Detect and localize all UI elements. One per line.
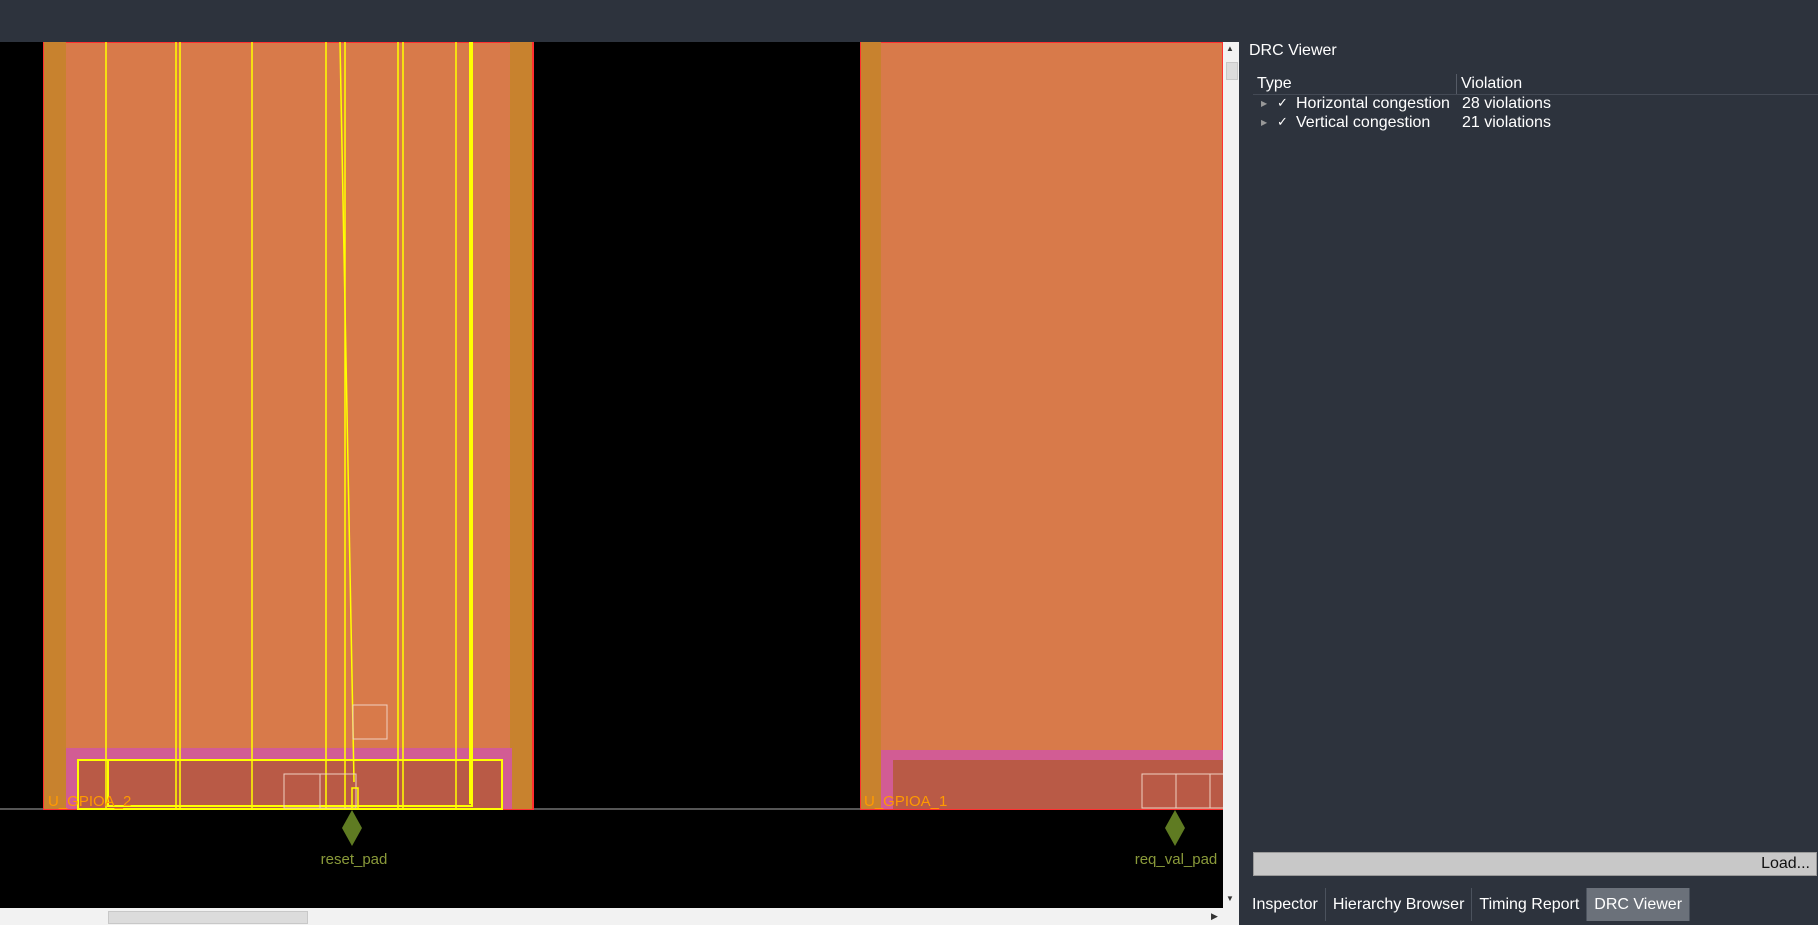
vertical-scrollbar[interactable]: ▲ ▼	[1223, 42, 1239, 908]
drc-viewer-title: DRC Viewer	[1249, 42, 1337, 59]
column-header-type[interactable]: Type	[1257, 75, 1292, 93]
tab-inspector[interactable]: Inspector	[1245, 888, 1326, 921]
drc-row-vertical-congestion[interactable]: ▶ ✓ Vertical congestion 21 violations	[1253, 114, 1818, 133]
load-button-label: Load...	[1761, 855, 1810, 872]
macro-left-edge-l	[44, 42, 66, 809]
macro-left[interactable]: U_GPIOA_2	[43, 42, 534, 810]
macro-right-edge-l	[861, 42, 881, 809]
load-button[interactable]: Load...	[1253, 852, 1817, 876]
instance-label-right: U_GPIOA_1	[864, 793, 947, 810]
scroll-down-arrow-icon[interactable]: ▼	[1226, 894, 1234, 903]
macro-right[interactable]: U_GPIOA_1	[860, 42, 1223, 810]
checkmark-icon[interactable]: ✓	[1277, 95, 1288, 111]
expand-arrow-icon[interactable]: ▶	[1261, 99, 1267, 108]
checkmark-icon[interactable]: ✓	[1277, 114, 1288, 130]
column-separator[interactable]	[1456, 74, 1457, 94]
violation-type: Horizontal congestion	[1296, 95, 1450, 112]
instance-label-left: U_GPIOA_2	[48, 793, 131, 810]
macro-left-core	[77, 759, 503, 810]
violation-type: Vertical congestion	[1296, 114, 1431, 131]
violation-count: 28 violations	[1462, 95, 1551, 112]
scroll-up-arrow-icon[interactable]: ▲	[1226, 44, 1234, 53]
layout-canvas[interactable]: U_GPIOA_2 U_GPIOA_1 reset_pad req_val_pa…	[0, 42, 1223, 908]
pin-label-req-val-pad: req_val_pad	[1135, 851, 1218, 868]
tab-hierarchy-browser[interactable]: Hierarchy Browser	[1325, 888, 1473, 921]
drc-tree-header: Type Violation	[1253, 74, 1818, 95]
net-thick-line	[469, 42, 473, 804]
macro-left-edge-r	[510, 42, 532, 809]
horizontal-scrollbar[interactable]: ▶	[0, 908, 1223, 925]
violation-count: 21 violations	[1462, 114, 1551, 131]
macro-right-body[interactable]	[860, 42, 1223, 810]
vertical-scroll-thumb[interactable]	[1226, 62, 1238, 80]
macro-left-body[interactable]	[43, 42, 534, 810]
expand-arrow-icon[interactable]: ▶	[1261, 118, 1267, 127]
horizontal-scroll-thumb[interactable]	[108, 911, 308, 924]
dock-tab-bar: Inspector Hierarchy Browser Timing Repor…	[1245, 888, 1691, 921]
layout-view[interactable]: U_GPIOA_2 U_GPIOA_1 reset_pad req_val_pa…	[0, 42, 1223, 908]
pin-label-reset-pad: reset_pad	[321, 851, 388, 868]
drc-row-horizontal-congestion[interactable]: ▶ ✓ Horizontal congestion 28 violations	[1253, 95, 1818, 114]
column-header-violation[interactable]: Violation	[1461, 75, 1522, 93]
scroll-corner	[1223, 908, 1239, 925]
scroll-right-arrow-icon[interactable]: ▶	[1211, 911, 1218, 922]
drc-tree[interactable]: Type Violation ▶ ✓ Horizontal congestion…	[1253, 74, 1818, 133]
tab-timing-report[interactable]: Timing Report	[1472, 888, 1588, 921]
tab-drc-viewer[interactable]: DRC Viewer	[1587, 888, 1691, 921]
drc-viewer-dock: DRC Viewer Type Violation ▶ ✓ Horizontal…	[1243, 0, 1818, 925]
